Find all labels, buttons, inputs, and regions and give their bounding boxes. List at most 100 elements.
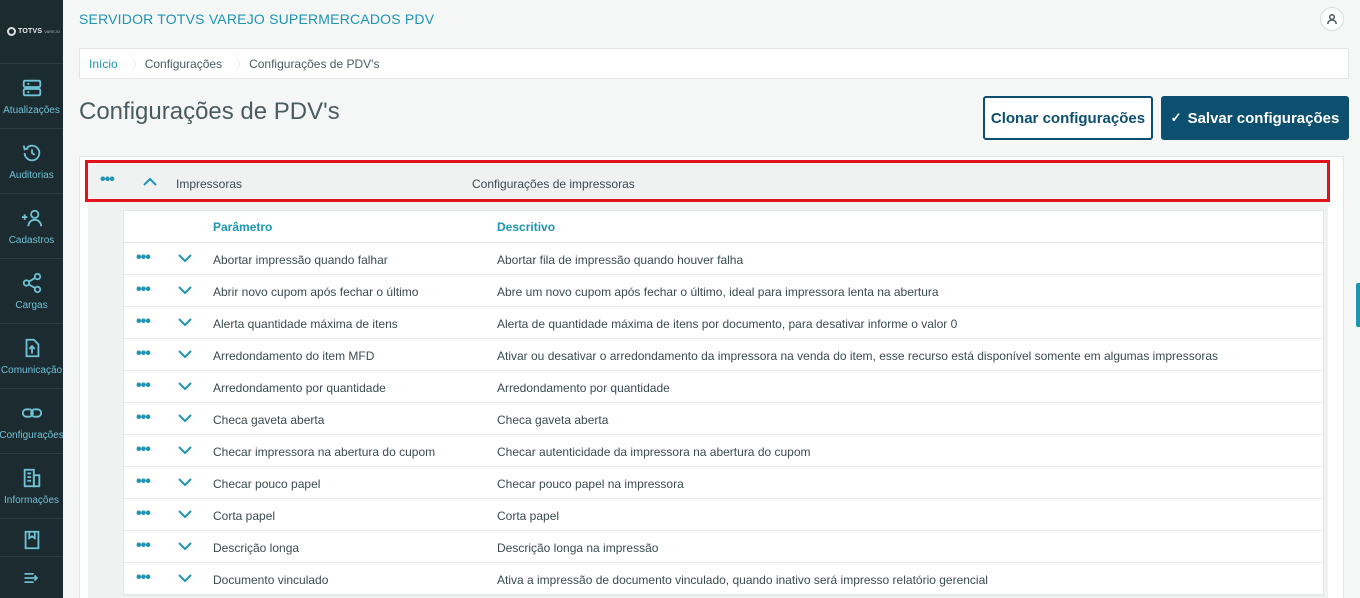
book-icon: [24, 530, 39, 549]
sidebar-item-auditorias[interactable]: Auditorias: [0, 129, 63, 194]
param-name: Abortar impressão quando falhar: [213, 253, 388, 267]
table-row[interactable]: ••• Abrir novo cupom após fechar o último…: [124, 275, 1323, 307]
more-options-icon[interactable]: •••: [136, 346, 151, 362]
group-description: Configurações de impressoras: [472, 177, 635, 191]
group-row-impressoras[interactable]: ••• Impressoras Configurações de impress…: [85, 160, 1330, 202]
totvs-logo[interactable]: TOTVS VAREJO: [0, 0, 63, 64]
param-description: Abre um novo cupom após fechar o último,…: [497, 285, 939, 299]
sidebar-item-informacoes[interactable]: Informações: [0, 454, 63, 519]
chevron-up-icon[interactable]: [142, 174, 158, 188]
param-name: Checar pouco papel: [213, 477, 321, 491]
chevron-down-icon[interactable]: [177, 412, 193, 424]
param-name: Descrição longa: [213, 541, 300, 555]
collapse-menu-icon: [24, 572, 38, 583]
server-icon: [22, 79, 41, 96]
param-description: Descrição longa na impressão: [497, 541, 659, 555]
sidebar-item-book[interactable]: [0, 519, 63, 561]
breadcrumb-configuracoes[interactable]: Configurações: [136, 49, 241, 79]
chevron-down-icon[interactable]: [177, 284, 193, 296]
chevron-down-icon[interactable]: [177, 252, 193, 264]
add-user-icon: [21, 209, 42, 226]
table-row[interactable]: ••• Checar impressora na abertura do cupo…: [124, 435, 1323, 467]
chevron-down-icon[interactable]: [177, 444, 193, 456]
history-icon: [22, 144, 40, 161]
user-icon: [1327, 13, 1337, 25]
more-options-icon[interactable]: •••: [136, 410, 151, 426]
sidebar-item-label: Atualizações: [3, 104, 60, 116]
sidebar-item-label: Comunicação: [0, 364, 63, 376]
chevron-down-icon[interactable]: [177, 476, 193, 488]
clone-config-label: Clonar configurações: [990, 109, 1146, 127]
table-row[interactable]: ••• Checa gaveta aberta Checa gaveta abert…: [124, 403, 1323, 435]
group-name: Impressoras: [176, 177, 243, 191]
building-icon: [23, 468, 40, 487]
sidebar-item-comunicacao[interactable]: Comunicação: [0, 324, 63, 389]
table-row[interactable]: ••• Documento vinculado Ativa a impressão …: [124, 563, 1323, 595]
more-options-icon[interactable]: •••: [136, 282, 151, 298]
logo-sub: VAREJO: [44, 29, 60, 34]
save-config-button[interactable]: ✓ Salvar configurações: [1161, 96, 1349, 140]
chevron-down-icon[interactable]: [177, 348, 193, 360]
table-row[interactable]: ••• Descrição longa Descrição longa na imp…: [124, 531, 1323, 563]
param-description: Ativar ou desativar o arredondamento da …: [497, 349, 1219, 363]
table-row[interactable]: ••• Abortar impressão quando falhar Aborta…: [124, 243, 1323, 275]
more-options-icon[interactable]: •••: [136, 378, 151, 394]
app-title: SERVIDOR TOTVS VAREJO SUPERMERCADOS PDV: [79, 11, 435, 27]
more-options-icon[interactable]: •••: [136, 442, 151, 458]
breadcrumb-current: Configurações de PDV's: [249, 56, 380, 71]
table-row[interactable]: ••• Arredondamento do item MFD Ativar ou d…: [124, 339, 1323, 371]
more-options-icon[interactable]: •••: [136, 538, 151, 554]
sidebar-item-atualizacoes[interactable]: Atualizações: [0, 64, 63, 129]
table-row[interactable]: ••• Corta papel Corta papel: [124, 499, 1323, 531]
column-header-desc[interactable]: Descritivo: [497, 220, 555, 234]
more-options-icon[interactable]: •••: [136, 250, 151, 266]
sidebar-item-configuracoes[interactable]: Configurações: [0, 389, 63, 454]
more-options-icon[interactable]: •••: [136, 506, 151, 522]
param-description: Arredondamento por quantidade: [497, 381, 670, 395]
param-description: Checa gaveta aberta: [497, 413, 609, 427]
param-name: Arredondamento por quantidade: [213, 381, 386, 395]
chevron-down-icon[interactable]: [177, 316, 193, 328]
breadcrumb: Início Configurações Configurações de PD…: [79, 48, 1349, 79]
param-description: Checar autenticidade da impressora na ab…: [497, 445, 811, 459]
chevron-down-icon[interactable]: [177, 508, 193, 520]
sidebar-item-cargas[interactable]: Cargas: [0, 259, 63, 324]
side-panel-handle[interactable]: [1356, 283, 1360, 327]
sidebar-item-label: Informações: [3, 494, 60, 506]
save-config-label: Salvar configurações: [1187, 109, 1340, 127]
sidebar-item-cadastros[interactable]: Cadastros: [0, 194, 63, 259]
clone-config-button[interactable]: Clonar configurações: [983, 96, 1153, 140]
table-row[interactable]: ••• Alerta quantidade máxima de itens Aler…: [124, 307, 1323, 339]
param-name: Corta papel: [213, 509, 276, 523]
more-options-icon[interactable]: •••: [136, 474, 151, 490]
sidebar-item-label: Auditorias: [9, 169, 54, 181]
more-options-icon[interactable]: •••: [136, 314, 151, 330]
more-options-icon[interactable]: •••: [136, 570, 151, 586]
table-body: ••• Abortar impressão quando falhar Aborta…: [124, 243, 1323, 595]
param-description: Alerta de quantidade máxima de itens por…: [497, 317, 958, 331]
sidebar: TOTVS VAREJO Atualizações Auditorias Cad…: [0, 0, 63, 598]
param-description: Abortar fila de impressão quando houver …: [497, 253, 744, 267]
param-description: Ativa a impressão de documento vinculado…: [497, 573, 988, 587]
sidebar-item-label: Cadastros: [8, 234, 55, 246]
column-header-param[interactable]: Parâmetro: [213, 220, 272, 234]
logo-text: TOTVS: [18, 28, 43, 35]
more-options-icon[interactable]: •••: [100, 172, 115, 188]
page-title: Configurações de PDV's: [79, 98, 340, 125]
chevron-down-icon[interactable]: [177, 380, 193, 392]
check-icon: ✓: [1170, 110, 1182, 125]
table-row[interactable]: ••• Arredondamento por quantidade Arredond…: [124, 371, 1323, 403]
user-avatar[interactable]: [1320, 7, 1344, 31]
table-row[interactable]: ••• Checar pouco papel Checar pouco papel …: [124, 467, 1323, 499]
sidebar-collapse-button[interactable]: [0, 556, 63, 598]
link-icon: [21, 407, 42, 418]
chevron-down-icon[interactable]: [177, 540, 193, 552]
sidebar-item-label: Cargas: [15, 299, 48, 311]
param-description: Corta papel: [497, 509, 560, 523]
breadcrumb-inicio[interactable]: Início: [80, 49, 136, 79]
chevron-down-icon[interactable]: [177, 572, 193, 584]
param-name: Checar impressora na abertura do cupom: [213, 445, 436, 459]
param-name: Alerta quantidade máxima de itens: [213, 317, 398, 331]
share-icon: [22, 272, 41, 293]
param-name: Checa gaveta aberta: [213, 413, 325, 427]
